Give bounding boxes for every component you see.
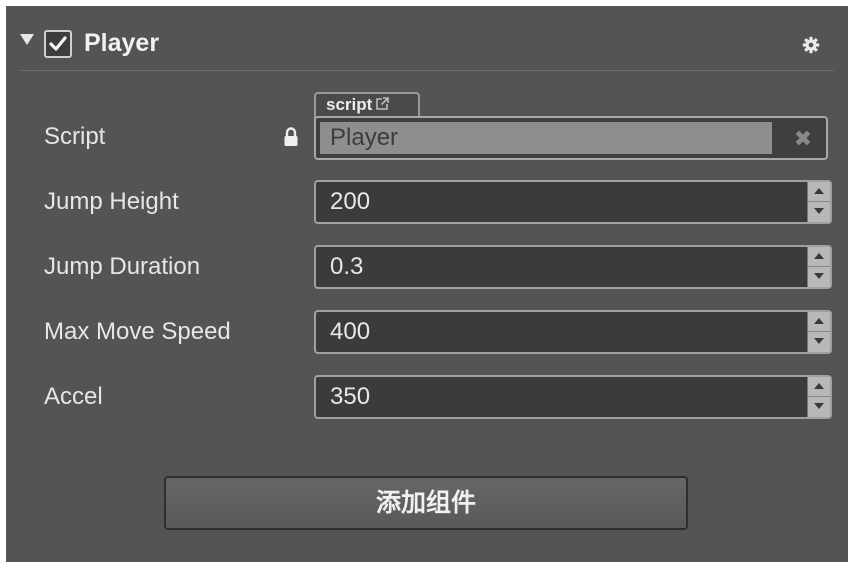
script-label: Script [44,123,106,150]
number-stepper[interactable] [807,247,830,287]
stepper-up-button[interactable] [808,377,830,397]
external-link-icon[interactable] [375,97,390,111]
property-label-max-move-speed: Max Move Speed [44,318,231,345]
script-asset-field[interactable]: Player ✖ [314,116,828,160]
checkmark-icon [49,36,67,51]
component-header[interactable]: Player [6,6,848,70]
property-value-accel[interactable]: 350 [330,377,370,417]
property-label-accel: Accel [44,383,103,410]
property-value-jump-height[interactable]: 200 [330,182,370,222]
number-stepper[interactable] [807,182,830,222]
arrow-up-icon [814,318,824,324]
arrow-down-icon [814,403,824,409]
stepper-down-button[interactable] [808,202,830,222]
arrow-up-icon [814,188,824,194]
arrow-up-icon [814,253,824,259]
stepper-down-button[interactable] [808,267,830,287]
number-stepper[interactable] [807,312,830,352]
property-field-jump-height[interactable]: 200 [314,180,832,224]
lock-icon [284,127,298,146]
clear-script-icon[interactable]: ✖ [788,124,818,154]
property-label-jump-height: Jump Height [44,188,179,215]
property-field-max-move-speed[interactable]: 400 [314,310,832,354]
stepper-up-button[interactable] [808,247,830,267]
property-field-accel[interactable]: 350 [314,375,832,419]
number-stepper[interactable] [807,377,830,417]
property-value-jump-duration[interactable]: 0.3 [330,247,363,287]
component-enabled-checkbox[interactable] [44,30,72,58]
arrow-down-icon [814,208,824,214]
header-divider [20,70,834,71]
property-value-max-move-speed[interactable]: 400 [330,312,370,352]
gear-icon[interactable] [802,36,820,54]
foldout-triangle-icon[interactable] [20,34,34,45]
stepper-up-button[interactable] [808,312,830,332]
arrow-down-icon [814,338,824,344]
script-tab-label: script [326,95,373,114]
inspector-panel: Player Script script Player ✖ Jump Heigh… [6,6,848,562]
stepper-up-button[interactable] [808,182,830,202]
stepper-down-button[interactable] [808,397,830,417]
arrow-down-icon [814,273,824,279]
stepper-down-button[interactable] [808,332,830,352]
add-component-button[interactable]: 添加组件 [164,476,688,530]
script-asset-value[interactable]: Player [320,122,772,154]
property-label-jump-duration: Jump Duration [44,253,201,280]
property-field-jump-duration[interactable]: 0.3 [314,245,832,289]
arrow-up-icon [814,383,824,389]
component-title: Player [84,29,160,57]
script-tab[interactable]: script [314,92,420,118]
